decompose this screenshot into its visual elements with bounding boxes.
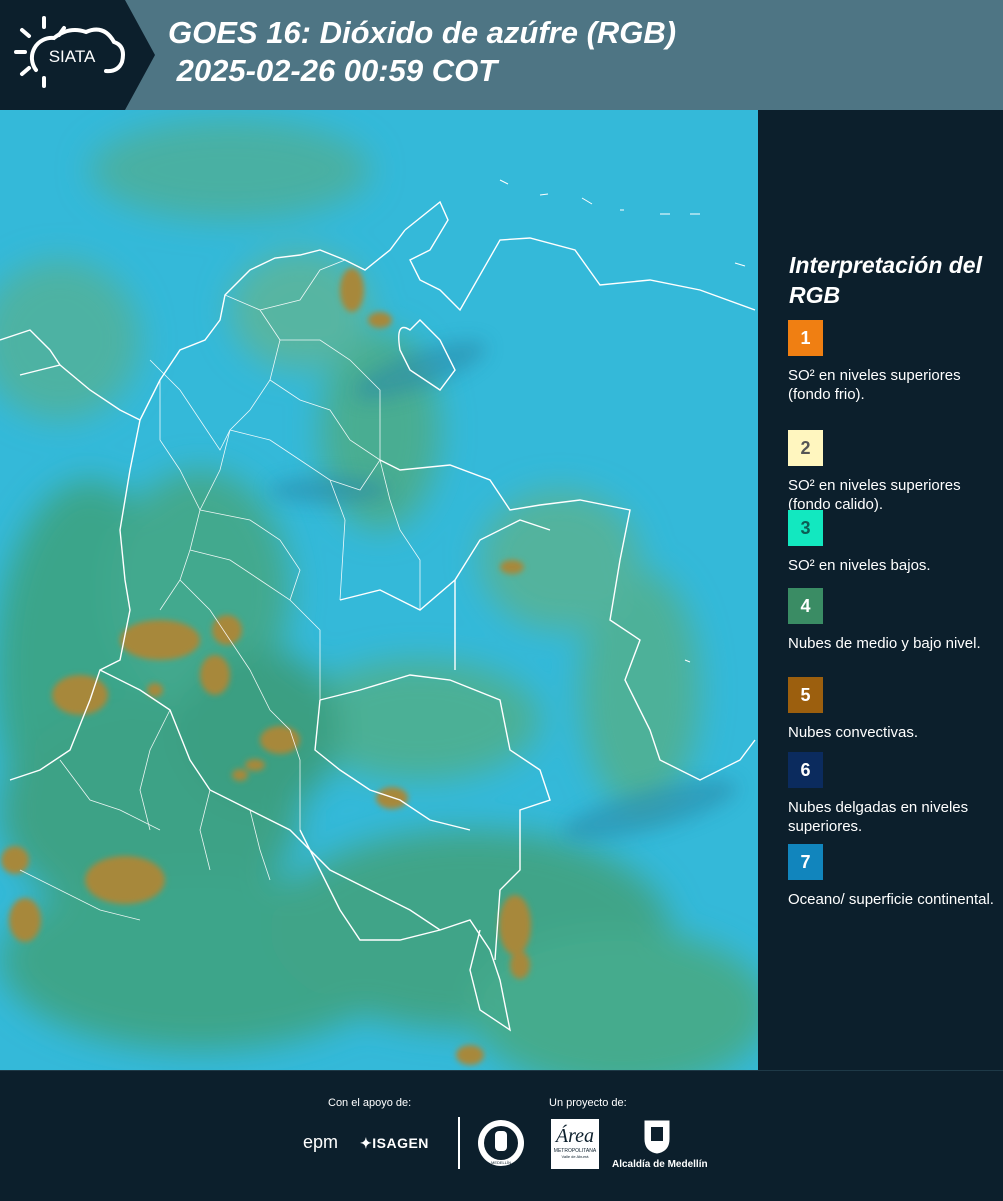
legend-label: SO² en niveles superiores (fondo calido)… — [788, 477, 961, 513]
isagen-mark-icon: ✦ — [360, 1135, 373, 1151]
legend-item: 7 Oceano/ superficie continental. — [788, 844, 998, 909]
footer: Con el apoyo de: Un proyecto de: epm ✦IS… — [0, 1070, 1003, 1201]
legend-panel: Interpretación del RGB 1 SO² en niveles s… — [758, 110, 1003, 1070]
legend-title: Interpretación del RGB — [789, 252, 982, 308]
legend-swatch: 5 — [788, 677, 823, 713]
svg-text:SIATA: SIATA — [49, 47, 96, 66]
svg-text:MEDELLÍN: MEDELLÍN — [491, 1160, 511, 1165]
title-line-2: 2025-02-26 00:59 COT — [168, 53, 498, 88]
isagen-logo: ✦ISAGEN — [360, 1135, 429, 1151]
page-title: GOES 16: Dióxido de azúfre (RGB) 2025-02… — [168, 14, 676, 90]
legend-swatch: 2 — [788, 430, 823, 466]
support-label: Con el apoyo de: — [328, 1097, 412, 1109]
footer-divider — [458, 1117, 460, 1169]
legend-label: Nubes convectivas. — [788, 724, 919, 741]
map-svg — [0, 110, 758, 1070]
medellin-seal-icon: MEDELLÍN — [478, 1120, 524, 1166]
title-line-1: GOES 16: Dióxido de azúfre (RGB) — [168, 15, 677, 50]
legend-item: 2 SO² en niveles superiores (fondo calido… — [788, 430, 998, 514]
project-label: Un proyecto de: — [549, 1097, 627, 1109]
legend-swatch: 7 — [788, 844, 823, 880]
legend-item: 1 SO² en niveles superiores (fondo frio). — [788, 320, 998, 404]
legend-item: 3 SO² en niveles bajos. — [788, 510, 998, 575]
siata-logo: SIATA — [14, 16, 125, 88]
alcaldia-shield-icon — [644, 1120, 670, 1154]
legend-swatch: 4 — [788, 588, 823, 624]
epm-logo: epm — [303, 1132, 339, 1152]
legend-label: Nubes de medio y bajo nivel. — [788, 635, 981, 652]
satellite-map[interactable] — [0, 110, 760, 1070]
legend-swatch: 6 — [788, 752, 823, 788]
legend-item: 6 Nubes delgadas en niveles superiores. — [788, 752, 998, 836]
legend-swatch: 1 — [788, 320, 823, 356]
alcaldia-logo: Alcaldía de Medellín — [612, 1159, 708, 1170]
legend-label: Nubes delgadas en niveles superiores. — [788, 799, 969, 835]
legend-label: SO² en niveles bajos. — [788, 557, 931, 574]
area-metropolitana-logo: Área METROPOLITANA Valle de Aburrá — [551, 1119, 599, 1169]
legend-item: 5 Nubes convectivas. — [788, 677, 998, 742]
legend-swatch: 3 — [788, 510, 823, 546]
legend-item: 4 Nubes de medio y bajo nivel. — [788, 588, 998, 653]
header: SIATA GOES 16: Dióxido de azúfre (RGB) 2… — [0, 0, 1003, 110]
legend-label: SO² en niveles superiores (fondo frio). — [788, 367, 961, 403]
legend-label: Oceano/ superficie continental. — [788, 891, 994, 908]
